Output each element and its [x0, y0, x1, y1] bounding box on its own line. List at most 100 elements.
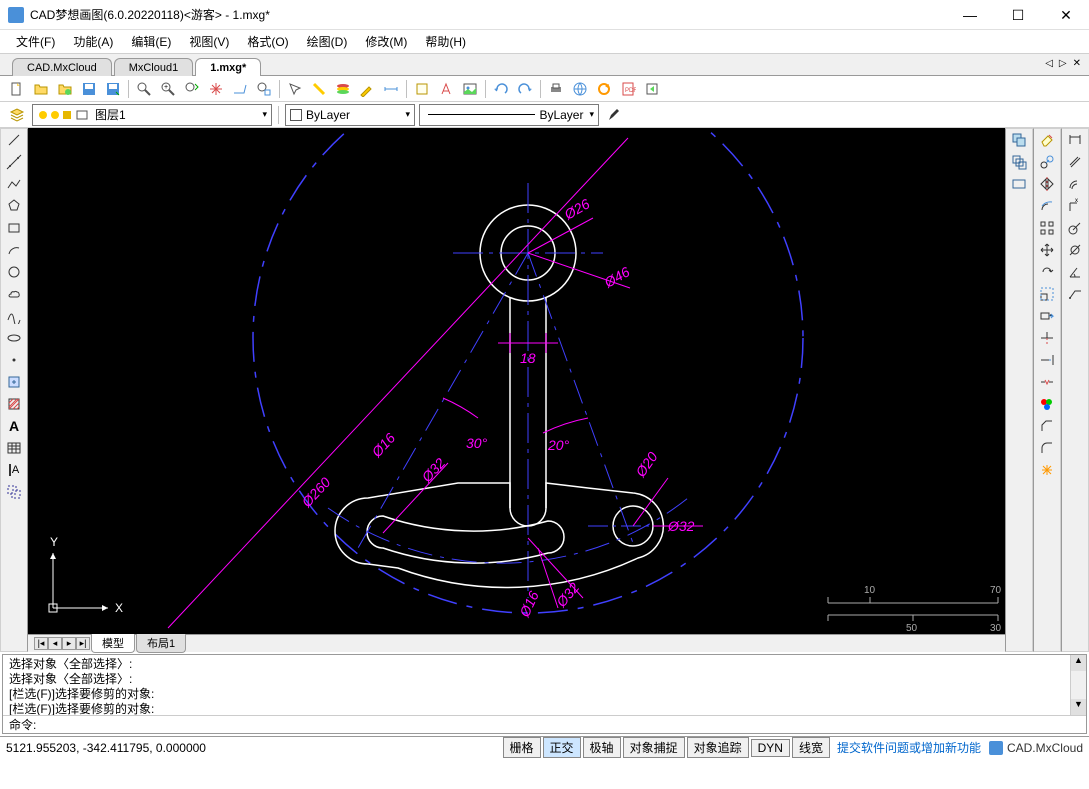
- cascade-tool[interactable]: [1006, 151, 1032, 173]
- tab-prev-icon[interactable]: ◁: [1043, 58, 1055, 69]
- redo-button[interactable]: [514, 78, 536, 100]
- array-tool[interactable]: [1034, 217, 1060, 239]
- trim-tool[interactable]: [1034, 327, 1060, 349]
- color-combo[interactable]: ByLayer ▾: [285, 104, 415, 126]
- line-tool[interactable]: [1, 129, 27, 151]
- toggle-otrack[interactable]: 对象追踪: [687, 737, 749, 758]
- scroll-up-icon[interactable]: ▲: [1071, 655, 1086, 671]
- menu-view[interactable]: 视图(V): [181, 31, 237, 52]
- layout-prev-button[interactable]: ◂: [48, 637, 62, 650]
- spline-tool[interactable]: [1, 305, 27, 327]
- arc-tool[interactable]: [1, 239, 27, 261]
- layout-next-button[interactable]: ▸: [62, 637, 76, 650]
- circle-tool[interactable]: [1, 261, 27, 283]
- tab-doc-2[interactable]: 1.mxg*: [195, 58, 261, 76]
- open-remote-button[interactable]: [54, 78, 76, 100]
- tab-close-icon[interactable]: ✕: [1071, 58, 1083, 69]
- web-button[interactable]: [569, 78, 591, 100]
- zoom-previous-button[interactable]: [229, 78, 251, 100]
- tab-doc-0[interactable]: CAD.MxCloud: [12, 58, 112, 76]
- menu-edit[interactable]: 编辑(E): [123, 31, 179, 52]
- dim-ordinate-tool[interactable]: x: [1062, 195, 1088, 217]
- saveas-button[interactable]: [102, 78, 124, 100]
- dim-leader-tool[interactable]: [1062, 283, 1088, 305]
- feedback-link[interactable]: 提交软件问题或增加新功能: [837, 739, 981, 756]
- menu-file[interactable]: 文件(F): [8, 31, 63, 52]
- pdf-button[interactable]: PDF: [617, 78, 639, 100]
- region-tool[interactable]: [1, 481, 27, 503]
- tab-next-icon[interactable]: ▷: [1057, 58, 1069, 69]
- layer-combo[interactable]: 图层1 ▾: [32, 104, 272, 126]
- zoom-extents-button[interactable]: [181, 78, 203, 100]
- layout-tab-model[interactable]: 模型: [91, 634, 135, 653]
- tile-tool[interactable]: [1006, 173, 1032, 195]
- linetype-combo[interactable]: ByLayer ▾: [419, 104, 599, 126]
- toggle-grid[interactable]: 栅格: [503, 737, 541, 758]
- tool-a-button[interactable]: [435, 78, 457, 100]
- polyline-tool[interactable]: [1, 173, 27, 195]
- new-file-button[interactable]: [6, 78, 28, 100]
- explode-tool[interactable]: [1034, 459, 1060, 481]
- dim-diameter-tool[interactable]: [1062, 239, 1088, 261]
- menu-function[interactable]: 功能(A): [65, 31, 121, 52]
- properties-button[interactable]: [308, 78, 330, 100]
- open-file-button[interactable]: [30, 78, 52, 100]
- layout-tab-1[interactable]: 布局1: [136, 634, 186, 653]
- menu-draw[interactable]: 绘图(D): [299, 31, 356, 52]
- stretch-tool[interactable]: [1034, 305, 1060, 327]
- rotate-tool[interactable]: [1034, 261, 1060, 283]
- table-tool[interactable]: [1, 437, 27, 459]
- color-tool[interactable]: [1034, 393, 1060, 415]
- polygon-tool[interactable]: [1, 195, 27, 217]
- chamfer-tool[interactable]: [1034, 415, 1060, 437]
- move-tool[interactable]: [1034, 239, 1060, 261]
- image-button[interactable]: [459, 78, 481, 100]
- offset-tool[interactable]: [1034, 195, 1060, 217]
- extend-tool[interactable]: [1034, 349, 1060, 371]
- undo-button[interactable]: [490, 78, 512, 100]
- copy-tool[interactable]: [1034, 151, 1060, 173]
- print-button[interactable]: [545, 78, 567, 100]
- ellipse-tool[interactable]: [1, 327, 27, 349]
- match-button[interactable]: [356, 78, 378, 100]
- layer-manager-button[interactable]: [6, 104, 28, 126]
- dim-angular-tool[interactable]: [1062, 261, 1088, 283]
- maximize-button[interactable]: ☐: [1003, 5, 1033, 25]
- block-button[interactable]: [411, 78, 433, 100]
- command-scrollbar[interactable]: ▲ ▼: [1070, 655, 1086, 715]
- zoom-object-button[interactable]: [253, 78, 275, 100]
- construction-line-tool[interactable]: [1, 151, 27, 173]
- share-button[interactable]: [641, 78, 663, 100]
- dim-radius-tool[interactable]: [1062, 217, 1088, 239]
- copy-duplicate-tool[interactable]: [1006, 129, 1032, 151]
- tab-doc-1[interactable]: MxCloud1: [114, 58, 194, 76]
- pan-button[interactable]: [205, 78, 227, 100]
- dim-arc-tool[interactable]: [1062, 173, 1088, 195]
- brush-button[interactable]: [603, 104, 625, 126]
- dim-linear-tool[interactable]: [1062, 129, 1088, 151]
- close-button[interactable]: ✕: [1051, 5, 1081, 25]
- layers-button[interactable]: [332, 78, 354, 100]
- toggle-lwt[interactable]: 线宽: [792, 737, 830, 758]
- layout-last-button[interactable]: ▸|: [76, 637, 90, 650]
- menu-help[interactable]: 帮助(H): [417, 31, 474, 52]
- toggle-ortho[interactable]: 正交: [543, 737, 581, 758]
- text-tool[interactable]: A: [1, 415, 27, 437]
- refresh-button[interactable]: [593, 78, 615, 100]
- menu-modify[interactable]: 修改(M): [357, 31, 415, 52]
- erase-tool[interactable]: [1034, 129, 1060, 151]
- drawing-canvas[interactable]: Ø26 Ø46 18 30° 20° Ø16 Ø260 Ø32 Ø20 Ø32 …: [28, 128, 1005, 634]
- toggle-osnap[interactable]: 对象捕捉: [623, 737, 685, 758]
- dim-aligned-tool[interactable]: [1062, 151, 1088, 173]
- scroll-down-icon[interactable]: ▼: [1071, 699, 1086, 715]
- zoom-window-button[interactable]: [133, 78, 155, 100]
- layout-first-button[interactable]: |◂: [34, 637, 48, 650]
- mtext-tool[interactable]: A: [1, 459, 27, 481]
- revcloud-tool[interactable]: [1, 283, 27, 305]
- scale-tool[interactable]: [1034, 283, 1060, 305]
- dimstyle-button[interactable]: [380, 78, 402, 100]
- toggle-polar[interactable]: 极轴: [583, 737, 621, 758]
- break-tool[interactable]: [1034, 371, 1060, 393]
- minimize-button[interactable]: —: [955, 5, 985, 25]
- toggle-dyn[interactable]: DYN: [751, 739, 790, 757]
